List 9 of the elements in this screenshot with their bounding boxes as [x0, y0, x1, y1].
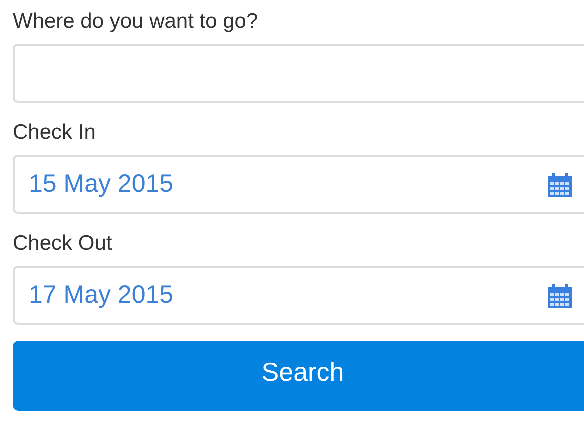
- field-label: Check In: [13, 120, 96, 146]
- field-label: Check Out: [13, 231, 112, 257]
- field-label: Where do you want to go?: [13, 9, 258, 35]
- input-field[interactable]: 15 May 2015: [13, 155, 584, 214]
- search-button[interactable]: Search: [13, 341, 584, 411]
- input-field[interactable]: 17 May 2015: [13, 266, 584, 325]
- calendar-icon[interactable]: [547, 282, 573, 308]
- calendar-icon[interactable]: [547, 172, 573, 198]
- input-field[interactable]: [13, 44, 584, 103]
